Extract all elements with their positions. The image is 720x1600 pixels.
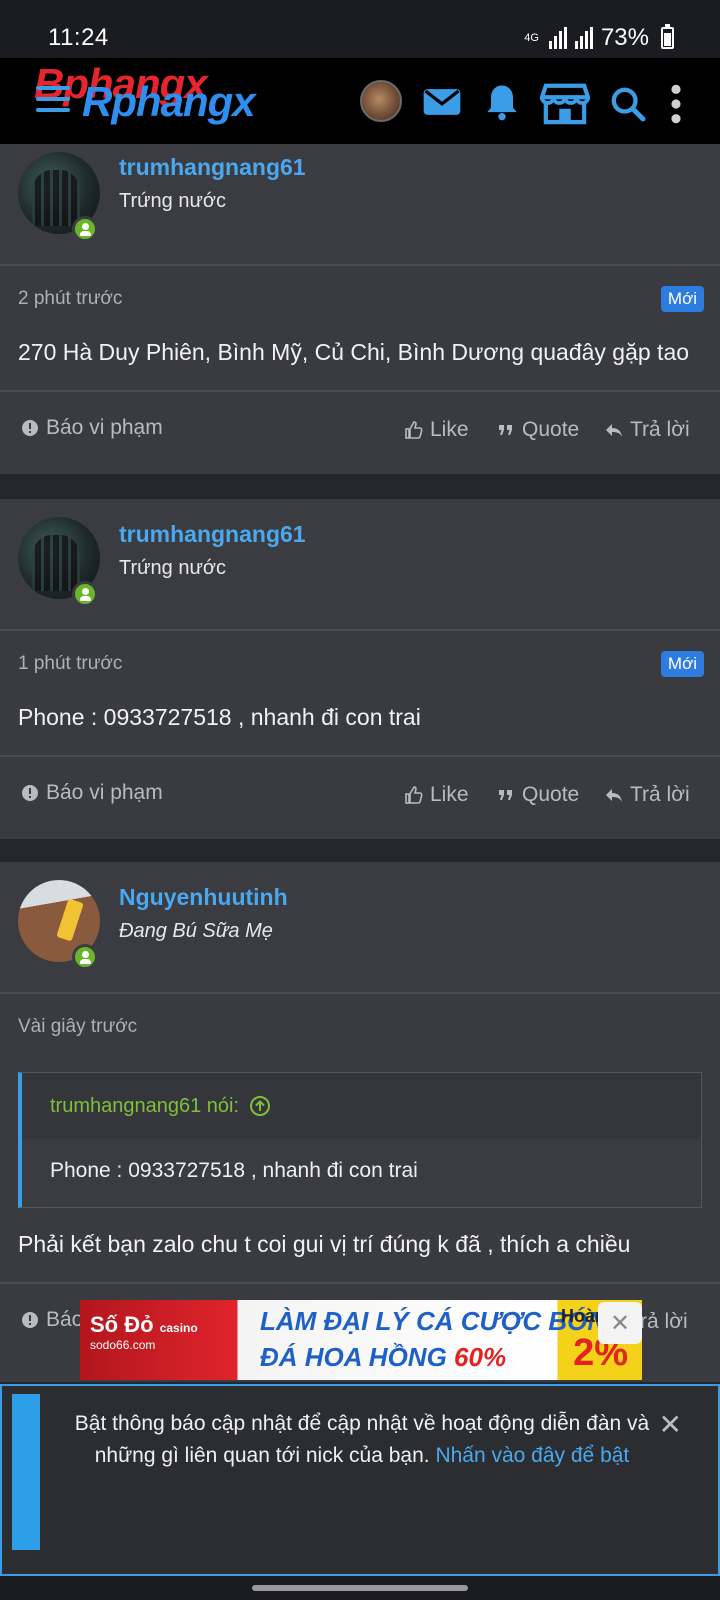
- post-actions: Báo vi phạm Like Quote Trả lời: [0, 390, 720, 474]
- close-icon[interactable]: ✕: [659, 1408, 682, 1441]
- enable-notifications-link[interactable]: Nhấn vào đây để bật: [435, 1444, 629, 1467]
- quote-icon: [499, 425, 512, 435]
- report-label: Báo vi phạm: [46, 416, 163, 439]
- report-button[interactable]: Báo vi phạm: [20, 416, 163, 440]
- post-text: Phải kết bạn zalo chu t coi gui vị trí đ…: [18, 1231, 631, 1257]
- report-label: Báo: [46, 1308, 84, 1331]
- post-time[interactable]: Vài giây trước: [18, 1016, 137, 1038]
- post-text: 270 Hà Duy Phiên, Bình Mỹ, Củ Chi, Bình …: [18, 339, 690, 365]
- arrow-up-circle-icon[interactable]: [249, 1095, 271, 1117]
- signal-icon-2: [574, 27, 593, 49]
- logo-text-overlay: Rphangx: [82, 78, 256, 125]
- user-title: Đang Bú Sữa Mẹ: [119, 920, 273, 942]
- post-content: Phone : 0933727518 , nhanh đi con trai: [0, 687, 720, 755]
- alert-icon: [22, 420, 38, 436]
- quote-label: Quote: [522, 418, 580, 441]
- post-time[interactable]: 2 phút trước: [18, 288, 122, 310]
- quote-text: Phone : 0933727518 , nhanh đi con trai: [22, 1139, 701, 1207]
- alert-icon: [22, 785, 38, 801]
- ad-brand-name: Số Đỏ: [90, 1312, 154, 1337]
- thumbs-up-icon: [405, 421, 423, 439]
- account-avatar[interactable]: [360, 80, 402, 122]
- ad-brand: Số Đỏ casino sodo66.com: [90, 1312, 198, 1352]
- status-bar: 11:24 4G 73%: [0, 0, 720, 58]
- ad-brand-tag: casino: [159, 1321, 198, 1335]
- post-actions: Báo vi phạm Like Quote Trả lời: [0, 755, 720, 839]
- reply-button[interactable]: Trả lời: [604, 418, 690, 442]
- post-user-block: Nguyenhuutinh Đang Bú Sữa Mẹ: [0, 862, 720, 994]
- ad-subline-text: ĐÁ HOA HỒNG: [260, 1342, 447, 1372]
- online-status-icon: [72, 944, 98, 970]
- post-user-block: trumhangnang61 Trứng nước: [0, 499, 720, 631]
- system-nav-bar: [0, 1576, 720, 1600]
- new-badge: Mới: [660, 286, 704, 312]
- quote-button[interactable]: Quote: [496, 418, 579, 442]
- like-label: Like: [430, 783, 469, 806]
- report-button[interactable]: Báo: [20, 1308, 83, 1332]
- like-label: Like: [430, 418, 469, 441]
- menu-icon[interactable]: [36, 86, 70, 112]
- ad-close-icon[interactable]: ✕: [598, 1302, 642, 1344]
- quote-button[interactable]: Quote: [496, 783, 579, 807]
- username[interactable]: trumhangnang61: [119, 154, 306, 181]
- quote-header[interactable]: trumhangnang61 nói:: [22, 1073, 701, 1139]
- app-root: 11:24 4G 73% Bphangx Rphangx trumhangnan…: [0, 0, 720, 1600]
- report-button[interactable]: Báo vi phạm: [20, 781, 163, 805]
- quote-icon: [499, 790, 512, 800]
- notification-prompt: Bật thông báo cập nhật để cập nhật về ho…: [0, 1384, 720, 1576]
- status-time: 11:24: [48, 24, 109, 51]
- online-status-icon: [72, 581, 98, 607]
- reply-icon: [606, 424, 622, 437]
- username[interactable]: trumhangnang61: [119, 521, 306, 548]
- user-title: Trứng nước: [119, 190, 226, 212]
- ad-banner[interactable]: Số Đỏ casino sodo66.com LÀM ĐẠI LÝ CÁ CƯ…: [80, 1300, 642, 1380]
- thumbs-up-icon: [405, 786, 423, 804]
- post-user-block: trumhangnang61 Trứng nước: [0, 144, 720, 266]
- like-button[interactable]: Like: [404, 418, 469, 442]
- status-indicators: 4G 73%: [524, 24, 674, 52]
- signal-icon: [548, 27, 567, 49]
- site-logo[interactable]: Bphangx Rphangx: [34, 60, 334, 140]
- ad-subline-pct: 60%: [454, 1342, 507, 1372]
- post: trumhangnang61 Trứng nước 1 phút trước M…: [0, 499, 720, 839]
- reply-icon: [606, 789, 622, 802]
- notification-text: Bật thông báo cập nhật để cập nhật về ho…: [72, 1408, 652, 1472]
- alert-icon: [22, 1312, 38, 1328]
- store-icon[interactable]: [539, 80, 591, 126]
- more-options-icon[interactable]: [668, 82, 684, 126]
- reply-label: Trả lời: [630, 418, 690, 441]
- online-status-icon: [72, 216, 98, 242]
- post-text: Phone : 0933727518 , nhanh đi con trai: [18, 704, 421, 730]
- mail-icon[interactable]: [420, 80, 464, 124]
- post-meta: 2 phút trước Mới: [0, 266, 720, 322]
- battery-percent: 73%: [600, 24, 649, 51]
- user-title: Trứng nước: [119, 557, 226, 579]
- post-time[interactable]: 1 phút trước: [18, 653, 122, 675]
- ad-subline: ĐÁ HOA HỒNG 60%: [260, 1342, 506, 1373]
- bell-icon[interactable]: [480, 80, 524, 124]
- reply-label: Trả lời: [630, 783, 690, 806]
- reply-button[interactable]: Trả lời: [604, 783, 690, 807]
- search-icon[interactable]: [608, 84, 648, 124]
- new-badge: Mới: [660, 651, 704, 677]
- app-header: Bphangx Rphangx: [0, 58, 720, 144]
- quote-label: Quote: [522, 783, 580, 806]
- post-content: Phải kết bạn zalo chu t coi gui vị trí đ…: [0, 1208, 720, 1282]
- home-gesture-handle[interactable]: [252, 1585, 468, 1591]
- ad-brand-url: sodo66.com: [90, 1338, 156, 1352]
- like-button[interactable]: Like: [404, 783, 469, 807]
- report-label: Báo vi phạm: [46, 781, 163, 804]
- post-meta: Vài giây trước: [0, 994, 720, 1050]
- post-content: 270 Hà Duy Phiên, Bình Mỹ, Củ Chi, Bình …: [0, 322, 720, 390]
- post-meta: 1 phút trước Mới: [0, 631, 720, 687]
- network-type-icon: 4G: [524, 31, 539, 44]
- battery-icon: [661, 24, 674, 49]
- quote-block: trumhangnang61 nói: Phone : 0933727518 ,…: [18, 1072, 702, 1208]
- username[interactable]: Nguyenhuutinh: [119, 884, 288, 911]
- post: trumhangnang61 Trứng nước 2 phút trước M…: [0, 144, 720, 474]
- quote-author: trumhangnang61 nói:: [50, 1095, 240, 1117]
- notification-accent-bar: [12, 1394, 40, 1550]
